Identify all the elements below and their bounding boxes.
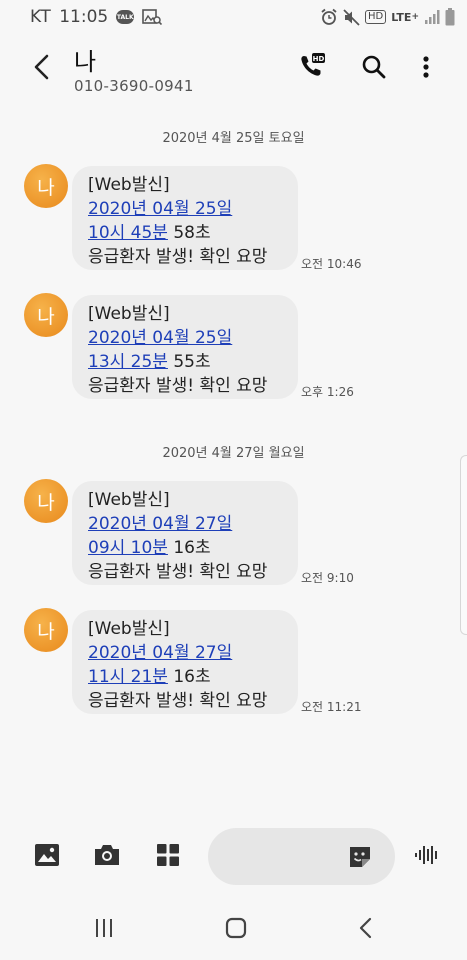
scroll-handle[interactable] <box>460 455 467 635</box>
home-icon[interactable] <box>221 913 251 943</box>
talk-badge-text: TALK <box>116 13 134 21</box>
message-bubble[interactable]: [Web발신] 2020년 04월 27일 09시 10분 16초 응급환자 발… <box>72 481 298 585</box>
message-seconds: 16초 <box>167 538 211 558</box>
message-bubble[interactable]: [Web발신] 2020년 04월 27일 11시 21분 16초 응급환자 발… <box>72 610 298 714</box>
message-date-link[interactable]: 2020년 04월 27일 <box>88 643 232 663</box>
date-separator: 2020년 4월 25일 토요일 <box>162 131 305 146</box>
carrier-label: KT <box>30 7 52 27</box>
back-icon[interactable] <box>26 50 56 84</box>
sticker-icon[interactable] <box>346 843 373 870</box>
message-body: 응급환자 발생! 확인 요망 <box>88 376 268 396</box>
signal-icon <box>424 9 440 25</box>
message-seconds: 55초 <box>167 352 211 372</box>
message-sender: [Web발신] <box>88 304 170 324</box>
avatar[interactable]: 나 <box>24 608 68 652</box>
message-time: 오전 10:46 <box>301 257 362 271</box>
status-time: 11:05 <box>59 7 109 27</box>
message-date-link[interactable]: 2020년 04월 25일 <box>88 199 232 219</box>
message-seconds: 16초 <box>167 667 211 687</box>
avatar[interactable]: 나 <box>24 164 68 208</box>
message-sender: [Web발신] <box>88 619 170 639</box>
date-separator: 2020년 4월 27일 월요일 <box>162 446 305 461</box>
hd-voice-icon: HD <box>365 10 387 24</box>
mute-icon <box>343 8 360 26</box>
lte-text: LTE <box>391 10 412 24</box>
avatar-initial: 나 <box>37 620 55 643</box>
message-composer <box>0 826 467 886</box>
message-body: 응급환자 발생! 확인 요망 <box>88 562 268 582</box>
lte-plus-text: + <box>411 12 419 22</box>
message-input[interactable] <box>208 828 395 885</box>
battery-icon <box>445 8 455 26</box>
avatar-initial: 나 <box>37 305 55 328</box>
message-seconds: 58초 <box>167 223 211 243</box>
message-body: 응급환자 발생! 확인 요망 <box>88 691 268 711</box>
message-time-link[interactable]: 09시 10분 <box>88 538 168 558</box>
message-body: 응급환자 발생! 확인 요망 <box>88 247 268 267</box>
message-date-link[interactable]: 2020년 04월 25일 <box>88 328 232 348</box>
more-icon[interactable] <box>409 50 443 84</box>
avatar[interactable]: 나 <box>24 293 68 337</box>
contact-number: 010-3690-0941 <box>74 77 194 95</box>
navigation-bar <box>0 905 467 951</box>
message-time-link[interactable]: 13시 25분 <box>88 352 168 372</box>
image-icon[interactable] <box>32 840 62 870</box>
avatar[interactable]: 나 <box>24 479 68 523</box>
message-date-link[interactable]: 2020년 04월 27일 <box>88 514 232 534</box>
recent-apps-icon[interactable] <box>89 913 119 943</box>
search-icon[interactable] <box>357 50 391 84</box>
alarm-icon <box>320 8 338 26</box>
hd-call-icon[interactable]: HD <box>296 50 330 84</box>
gallery-search-icon <box>142 9 163 25</box>
message-bubble[interactable]: [Web발신] 2020년 04월 25일 13시 25분 55초 응급환자 발… <box>72 295 298 399</box>
back-nav-icon[interactable] <box>351 913 381 943</box>
avatar-initial: 나 <box>37 491 55 514</box>
apps-grid-icon[interactable] <box>153 840 183 870</box>
message-time: 오전 11:21 <box>301 700 362 714</box>
lte-icon: LTE + <box>391 11 419 24</box>
conversation-header: 나 010-3690-0941 HD <box>0 34 467 106</box>
message-time: 오전 9:10 <box>301 571 354 585</box>
voice-icon[interactable] <box>412 840 442 870</box>
message-sender: [Web발신] <box>88 175 170 195</box>
message-time-link[interactable]: 10시 45분 <box>88 223 168 243</box>
camera-icon[interactable] <box>92 840 122 870</box>
kakaotalk-icon: TALK <box>116 10 135 24</box>
hd-call-text: HD <box>313 55 325 63</box>
message-time-link[interactable]: 11시 21분 <box>88 667 168 687</box>
contact-name: 나 <box>74 48 97 76</box>
hd-voice-text: HD <box>368 11 384 22</box>
status-bar: KT 11:05 TALK HD LTE + <box>0 0 467 34</box>
message-bubble[interactable]: [Web발신] 2020년 04월 25일 10시 45분 58초 응급환자 발… <box>72 166 298 270</box>
avatar-initial: 나 <box>37 176 55 199</box>
message-sender: [Web발신] <box>88 490 170 510</box>
message-time: 오후 1:26 <box>301 385 354 399</box>
